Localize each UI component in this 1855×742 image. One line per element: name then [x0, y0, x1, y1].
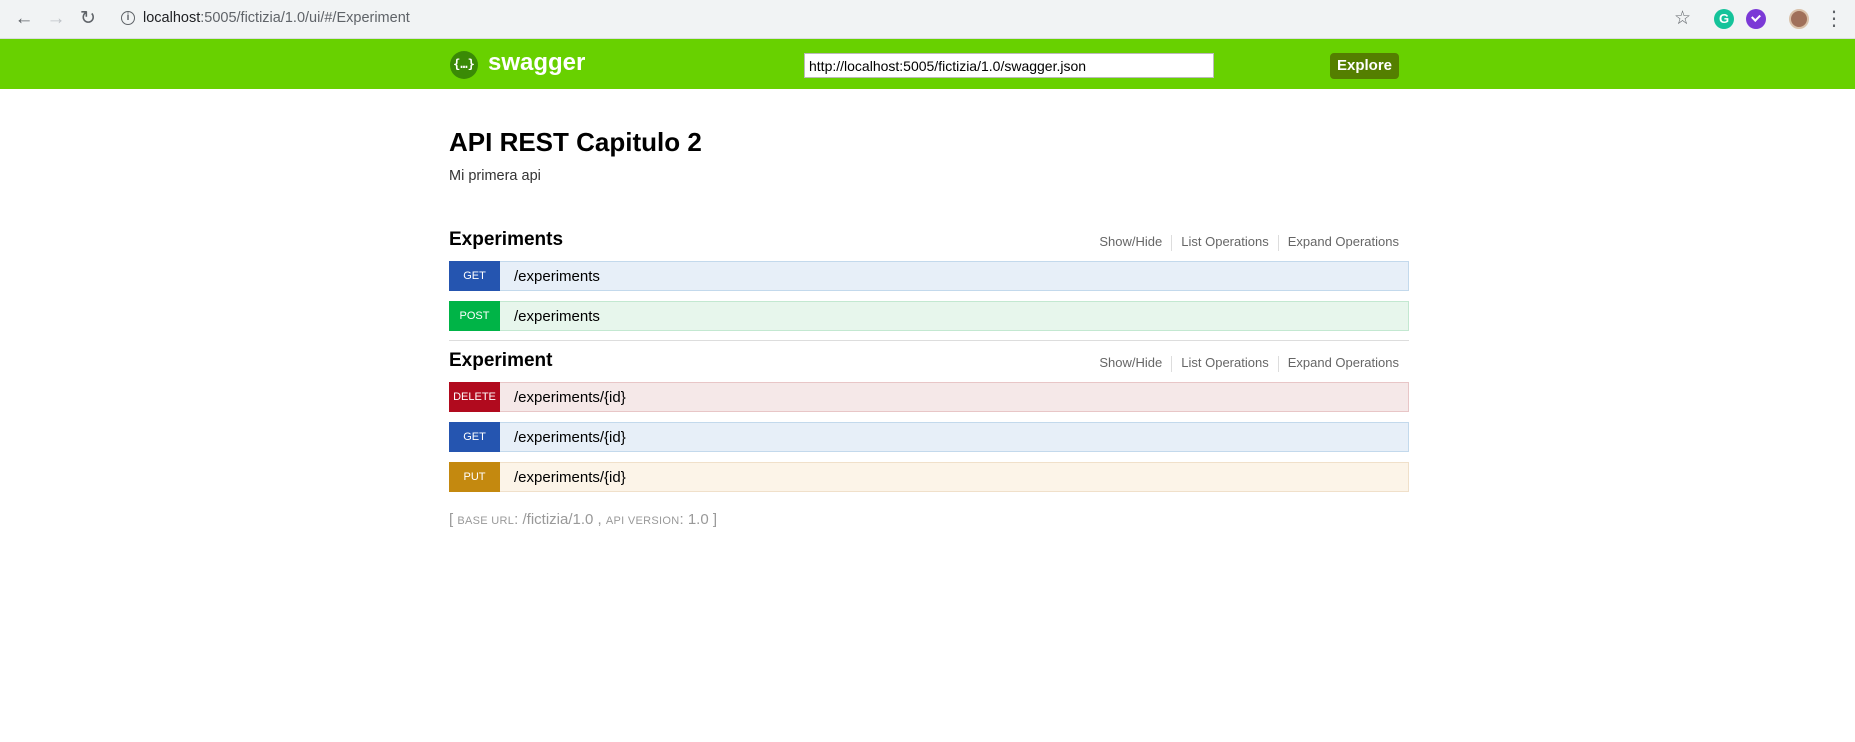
forward-icon[interactable]: → — [44, 7, 68, 31]
base-url-value: /fictizia/1.0 — [522, 511, 594, 528]
operation-get-experiments[interactable]: GET /experiments — [449, 261, 1409, 291]
bookmark-star-icon[interactable]: ☆ — [1674, 7, 1691, 30]
resource-heading: Experiment Show/Hide List Operations Expan… — [449, 350, 1409, 380]
resource-divider — [449, 340, 1409, 341]
bracket-close: ] — [712, 511, 718, 528]
api-description: Mi primera api — [449, 168, 541, 184]
url-path: :5005/fictizia/1.0/ui/#/Experiment — [200, 10, 410, 26]
resource-options: Show/Hide List Operations Expand Operation… — [1090, 234, 1399, 251]
expand-operations-link[interactable]: Expand Operations — [1279, 234, 1399, 249]
http-method-badge[interactable]: GET — [449, 261, 500, 291]
address-bar[interactable]: localhost:5005/fictizia/1.0/ui/#/Experim… — [143, 10, 410, 26]
expand-operations-link[interactable]: Expand Operations — [1279, 355, 1399, 370]
browser-menu-icon[interactable]: ⋮ — [1824, 6, 1844, 32]
operation-path[interactable]: /experiments/{id} — [514, 469, 626, 486]
resource-options: Show/Hide List Operations Expand Operation… — [1090, 355, 1399, 372]
operation-delete-experiment[interactable]: DELETE /experiments/{id} — [449, 382, 1409, 412]
resource-heading: Experiments Show/Hide List Operations Expa… — [449, 229, 1409, 259]
api-version-label: api version — [605, 515, 680, 527]
profile-avatar[interactable] — [1789, 9, 1809, 29]
http-method-badge[interactable]: PUT — [449, 462, 500, 492]
browser-toolbar: ← → ↻ i localhost:5005/fictizia/1.0/ui/#… — [0, 0, 1855, 39]
operation-path[interactable]: /experiments — [514, 308, 600, 325]
show-hide-link[interactable]: Show/Hide — [1090, 234, 1171, 249]
show-hide-link[interactable]: Show/Hide — [1090, 355, 1171, 370]
list-operations-link[interactable]: List Operations — [1172, 234, 1277, 249]
grammarly-extension-icon[interactable]: G — [1714, 9, 1734, 29]
operation-path[interactable]: /experiments — [514, 268, 600, 285]
api-title: API REST Capitulo 2 — [449, 127, 702, 157]
api-version-value: 1.0 — [687, 511, 709, 528]
swagger-header: {…} swagger Explore — [0, 39, 1855, 89]
spec-url-input[interactable] — [804, 53, 1214, 78]
resource-experiment: Experiment Show/Hide List Operations Expan… — [449, 350, 1409, 492]
resource-name[interactable]: Experiments — [449, 229, 563, 251]
bracket-open: [ — [449, 511, 454, 528]
operation-path[interactable]: /experiments/{id} — [514, 429, 626, 446]
reload-icon[interactable]: ↻ — [76, 7, 100, 31]
back-icon[interactable]: ← — [12, 7, 36, 31]
api-base-info: [ base url: /fictizia/1.0 , api version:… — [449, 511, 718, 528]
list-operations-link[interactable]: List Operations — [1172, 355, 1277, 370]
operation-get-experiment[interactable]: GET /experiments/{id} — [449, 422, 1409, 452]
operation-path[interactable]: /experiments/{id} — [514, 389, 626, 406]
http-method-badge[interactable]: POST — [449, 301, 500, 331]
site-info-icon[interactable]: i — [121, 11, 135, 25]
explore-button[interactable]: Explore — [1330, 53, 1399, 79]
base-url-label: base url — [457, 515, 515, 527]
resource-name[interactable]: Experiment — [449, 350, 552, 372]
http-method-badge[interactable]: DELETE — [449, 382, 500, 412]
checkmark-extension-icon[interactable] — [1746, 9, 1766, 29]
operation-put-experiment[interactable]: PUT /experiments/{id} — [449, 462, 1409, 492]
swagger-logo-icon[interactable]: {…} — [450, 51, 478, 79]
comma: , — [597, 511, 602, 528]
url-host: localhost — [143, 10, 201, 26]
swagger-logo-text[interactable]: swagger — [488, 49, 585, 77]
http-method-badge[interactable]: GET — [449, 422, 500, 452]
operation-post-experiments[interactable]: POST /experiments — [449, 301, 1409, 331]
resource-experiments: Experiments Show/Hide List Operations Expa… — [449, 229, 1409, 331]
